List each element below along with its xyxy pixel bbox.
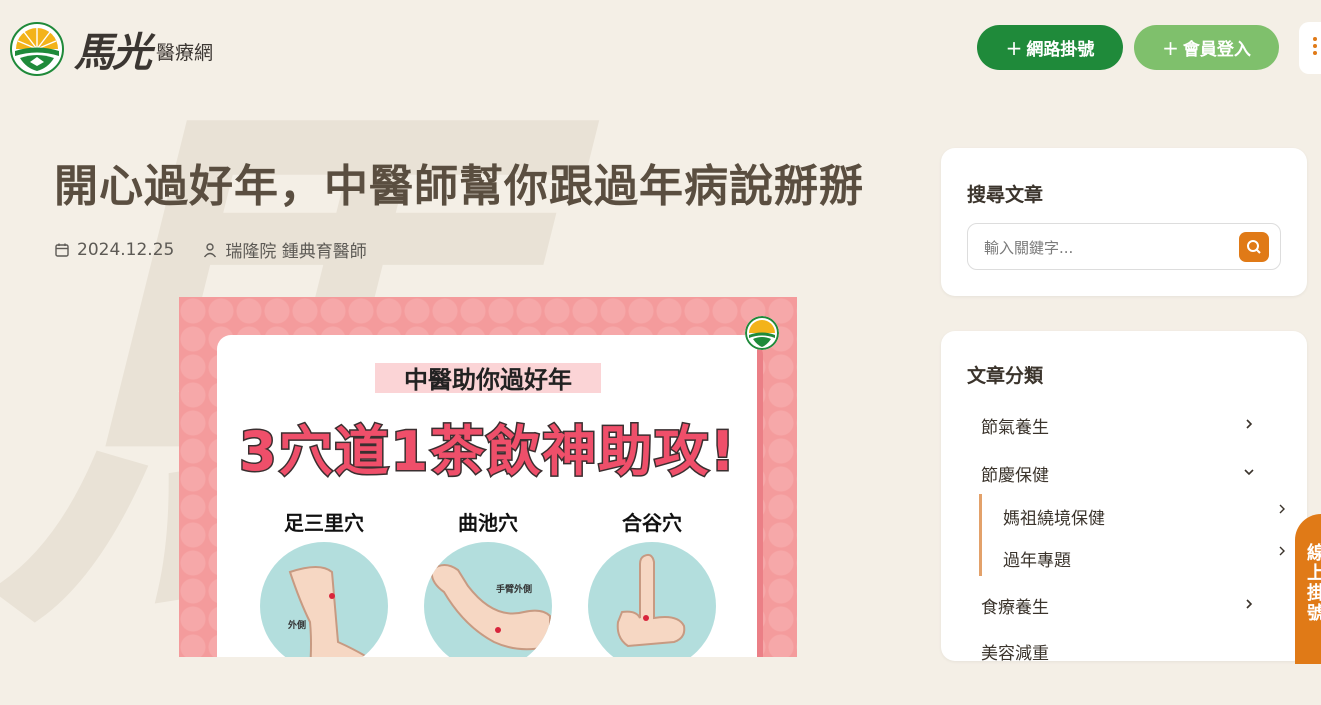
acupoint-label: 曲池穴 — [458, 511, 518, 535]
category-item-diet-therapy[interactable]: 食療養生 — [981, 593, 1281, 618]
acupoint-label: 足三里穴 — [284, 511, 364, 535]
category-item-festival-care[interactable]: 節慶保健 — [981, 461, 1281, 486]
category-label: 食療養生 — [981, 598, 1049, 618]
more-menu-button[interactable] — [1299, 22, 1321, 74]
article-title: 開心過好年，中醫師幫你跟過年病說掰掰 — [54, 161, 864, 212]
search-icon — [1247, 240, 1261, 254]
user-icon — [204, 242, 217, 257]
search-box — [967, 223, 1281, 271]
acupoint-tag: 外側 — [288, 621, 307, 631]
chevron-down-icon — [1244, 469, 1254, 476]
author-name: 瑞隆院 鍾典育醫師 — [225, 242, 367, 262]
member-login-label: 會員登入 — [1182, 40, 1251, 60]
chevron-right-icon — [1246, 599, 1253, 609]
subcategory-item-mazu[interactable]: 媽祖繞境保健 — [1003, 504, 1285, 529]
subcategory-label: 過年專題 — [1003, 551, 1071, 571]
poster-headline: 3穴道1茶飲神助攻! — [238, 419, 737, 485]
search-button[interactable] — [1239, 232, 1269, 262]
acupoint-illustration: 手臂外側 — [424, 542, 552, 657]
category-card-title: 文章分類 — [967, 365, 1044, 387]
subcategory-item-new-year[interactable]: 過年專題 — [1003, 546, 1285, 571]
category-label: 美容減重 — [981, 644, 1049, 664]
online-register-button[interactable]: + 網路掛號 — [977, 25, 1123, 70]
acupoint-illustration: 外側 — [260, 542, 388, 657]
chevron-right-icon — [1279, 546, 1285, 556]
category-item-solar-terms[interactable]: 節氣養生 — [981, 413, 1281, 438]
plus-icon: + — [1162, 35, 1179, 60]
article-author[interactable]: 瑞隆院 鍾典育醫師 — [202, 237, 367, 262]
subcategory-indicator — [979, 494, 982, 576]
search-card: 搜尋文章 — [941, 148, 1307, 296]
acupoint-hegu: 合谷穴 — [587, 507, 717, 657]
floating-tab-label: 線上掛號 — [1307, 543, 1321, 624]
plus-icon: + — [1005, 35, 1023, 60]
acupoint-illustration — [588, 542, 716, 657]
chevron-right-icon — [1246, 419, 1253, 429]
calendar-icon — [55, 243, 69, 257]
floating-register-tab[interactable]: 線上掛號 — [1295, 514, 1321, 664]
article-poster-image: 中醫助你過好年 3穴道1茶飲神助攻! 足三里穴 外側 曲池穴 手臂外側 合谷穴 — [179, 297, 797, 657]
search-input[interactable] — [982, 224, 1236, 271]
chevron-right-icon — [1279, 504, 1285, 514]
arm-illustration-icon — [430, 564, 551, 651]
online-register-label: 網路掛號 — [1026, 40, 1095, 60]
search-card-title: 搜尋文章 — [967, 184, 1044, 206]
acupoint-tag: 手臂外側 — [496, 585, 533, 595]
poster-subtitle: 中醫助你過好年 — [375, 363, 601, 394]
article-meta: 2024.12.25 瑞隆院 鍾典育醫師 — [54, 237, 367, 262]
category-label: 節慶保健 — [981, 466, 1049, 486]
leg-illustration-icon — [288, 566, 370, 657]
acupoint-quchi: 曲池穴 手臂外側 — [423, 507, 553, 657]
acupoint-zusanli: 足三里穴 外側 — [259, 507, 389, 657]
vertical-dots-icon — [1313, 37, 1317, 58]
category-card: 文章分類 節氣養生 節慶保健 媽祖繞境保健 過年專題 食療養生 美容減重 — [941, 331, 1307, 664]
category-item-beauty[interactable]: 美容減重 — [981, 639, 1281, 664]
article-date: 2024.12.25 — [77, 239, 175, 260]
member-login-button[interactable]: + 會員登入 — [1134, 25, 1279, 70]
subcategory-label: 媽祖繞境保健 — [1003, 509, 1105, 529]
category-label: 節氣養生 — [981, 418, 1049, 438]
poster-logo-icon — [745, 316, 779, 350]
hand-illustration-icon — [616, 553, 686, 648]
acupoint-label: 合谷穴 — [622, 511, 682, 535]
